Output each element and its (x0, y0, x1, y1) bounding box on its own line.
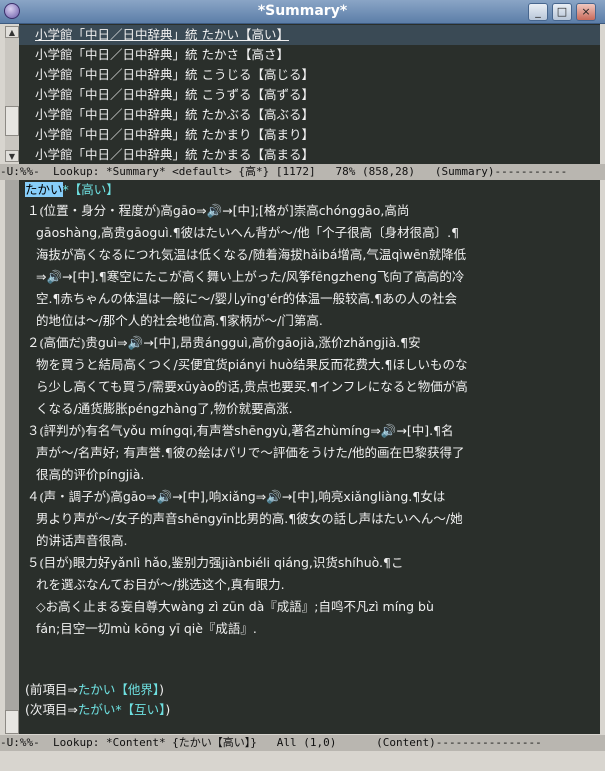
entry-text-line: gāoshàng,高贵gāoguì.¶彼はたいへん背が～/他「个子很高〔身材很高… (36, 225, 460, 240)
entry-text-line: fán;目空一切mù kōng yī qiè『成語』. (36, 621, 257, 636)
entry-text-line: ら少し高くても買う/需要xūyào的话,贵点也要买.¶インフレになると物価が高 (36, 379, 468, 394)
summary-entry[interactable]: 小学館「中日／日中辞典」統 たかまり【高まり】 (19, 125, 600, 145)
emacs-frame: ▲ ▼ 小学館「中日／日中辞典」統 たかい【高い】 小学館「中日／日中辞典」統 た… (0, 24, 605, 771)
summary-scroll-thumb[interactable] (5, 106, 19, 136)
minibuffer[interactable] (0, 753, 605, 771)
summary-entry[interactable]: 小学館「中日／日中辞典」統 たかい【高い】 (19, 25, 600, 45)
summary-entry[interactable]: 小学館「中日／日中辞典」統 たかまる【高まる】 (19, 145, 600, 165)
entry-text-line: 空.¶赤ちゃんの体温は一般に～/婴儿yīng'ér的体温一般较高.¶あの人の社会 (36, 291, 458, 306)
entry-text-line: 海抜が高くなるにつれ気温は低くなる/随着海拔hǎibá增高,气温qìwēn就降低 (36, 247, 467, 262)
summary-entry[interactable]: 小学館「中日／日中辞典」統 たかぶる【高ぶる】 (19, 105, 600, 125)
minimize-button[interactable]: _ (528, 3, 548, 21)
next-entry-link[interactable]: (次項目⇒たがい*【互い】) (19, 700, 600, 720)
entry-text-line: １⦅位置・身分・程度が⦆高gāo⇒🔊→[中];[格が]崇高chónggāo,高尚 (27, 203, 410, 218)
content-mode-line[interactable]: -U:%%- Lookup: *Content* {たかい【高い】} All (… (0, 735, 605, 751)
entry-text-line: 很高的评价píngjià. (36, 467, 145, 482)
scroll-up-arrow-icon[interactable]: ▲ (5, 26, 19, 38)
entry-text-line: 物を買うと結局高くつく/买便宜货piányi huò结果反而花费大.¶ほしいもの… (36, 357, 468, 372)
content-buffer[interactable]: たかい*【高い】 １⦅位置・身分・程度が⦆高gāo⇒🔊→[中];[格が]崇高ch… (19, 180, 600, 734)
summary-entry[interactable]: 小学館「中日／日中辞典」統 たかさ【高さ】 (19, 45, 600, 65)
content-scroll-thumb[interactable] (5, 710, 19, 734)
content-fringe (5, 180, 19, 710)
summary-entry[interactable]: 小学館「中日／日中辞典」統 こうじる【高じる】 (19, 65, 600, 85)
entry-text-line: 男より声が～/女子的声音shēngyīn比男的高.¶彼女の話し声はたいへん～/她 (36, 511, 463, 526)
entry-headword: たかい (25, 182, 63, 197)
entry-text-line: 声が～/名声好; 有声誉.¶彼の絵はパリで～評価をうけた/他的画在巴黎获得了 (36, 445, 465, 460)
entry-text-line: ◇お高く止まる妄自尊大wàng zì zūn dà『成語』;自鸣不凡zì mín… (36, 599, 434, 614)
next-entry-word[interactable]: たがい*【互い】 (78, 702, 166, 717)
entry-kanji: 【高い】 (68, 182, 119, 197)
summary-buffer[interactable]: 小学館「中日／日中辞典」統 たかい【高い】 小学館「中日／日中辞典」統 たかさ【高… (19, 24, 600, 165)
prev-entry-word[interactable]: たかい【他界】 (78, 682, 159, 697)
entry-text-line: 的讲话声音很高. (36, 533, 128, 548)
entry-heading: たかい*【高い】 (19, 180, 600, 200)
next-entry-label: (次項目⇒ (25, 702, 78, 717)
summary-scrollbar[interactable]: ▲ ▼ (5, 26, 19, 162)
next-entry-close: ) (165, 702, 171, 717)
entry-text-line: ４⦅声・調子が⦆高gāo⇒🔊→[中],响xiǎng⇒🔊→[中],响亮xiǎngl… (27, 489, 446, 504)
entry-text-line: 的地位は～/那个人的社会地位高.¶家柄が～/门第高. (36, 313, 323, 328)
window-title: *Summary* (257, 3, 348, 19)
prev-entry-label: (前項目⇒ (25, 682, 78, 697)
prev-entry-close: ) (159, 682, 165, 697)
entry-text-line: ⇒🔊→[中].¶寒空にたこが高く舞い上がった/风筝fēngzheng飞向了高高的… (36, 269, 465, 284)
entry-text-line: ５⦅目が⦆眼力好yǎnlì hǎo,鉴别力强jiànbiéli qiáng,识货… (27, 555, 404, 570)
entry-text-line: ２⦅高価だ⦆贵guì⇒🔊→[中],昂贵ángguì,高价gāojià,涨价zhǎ… (27, 335, 421, 350)
title-bar: *Summary* _ □ × (0, 0, 605, 24)
content-scrollbar[interactable] (5, 710, 19, 734)
scroll-down-arrow-icon[interactable]: ▼ (5, 150, 19, 162)
entry-text-line: ３⦅評判が⦆有名气yǒu míngqi,有声誉shēngyù,著名zhùmíng… (27, 423, 454, 438)
entry-text-line: れを選ぶなんてお目が～/挑选这个,真有眼力. (36, 577, 285, 592)
summary-mode-line[interactable]: -U:%%- Lookup: *Summary* <default> {高*} … (0, 164, 605, 180)
maximize-button[interactable]: □ (552, 3, 572, 21)
entry-text-line: くなる/通货膨胀péngzhàng了,物价就要高涨. (36, 401, 293, 416)
summary-entry[interactable]: 小学館「中日／日中辞典」統 こうずる【高ずる】 (19, 85, 600, 105)
close-button[interactable]: × (576, 3, 596, 21)
prev-entry-link[interactable]: (前項目⇒たかい【他界】) (19, 680, 600, 700)
